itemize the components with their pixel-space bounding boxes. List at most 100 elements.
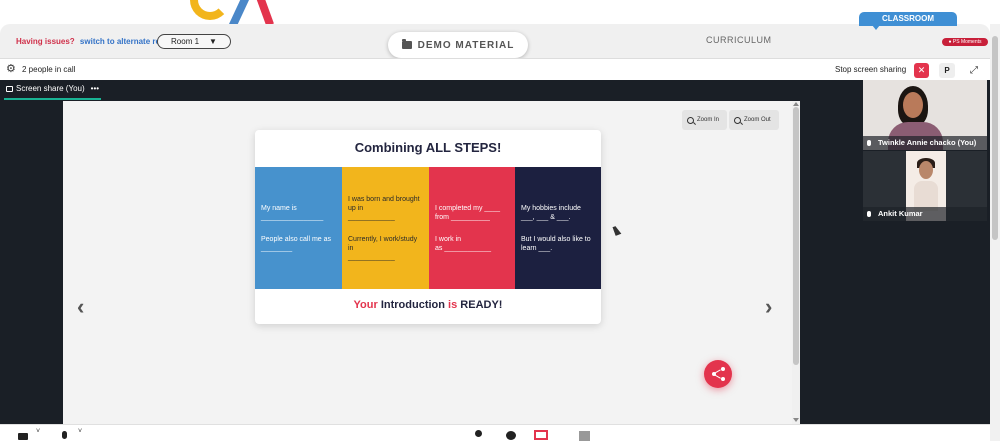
previous-slide-arrow-icon[interactable]: ‹ xyxy=(77,296,84,318)
participant-name: Twinkle Annie chacko (You) xyxy=(878,138,977,147)
scroll-down-arrow-icon[interactable] xyxy=(793,418,799,422)
column-line: I was born and brought up in xyxy=(348,195,420,212)
column-blank: ________________ xyxy=(261,213,324,221)
room-select[interactable]: Room 1 ▼ xyxy=(157,34,231,49)
participant-tile-other[interactable]: Ankit Kumar xyxy=(863,151,987,221)
footer-word-ready: READY! xyxy=(460,299,503,311)
share-icon[interactable] xyxy=(704,360,732,388)
mic-icon[interactable] xyxy=(62,431,67,439)
zoom-in-button[interactable]: Zoom In xyxy=(682,110,727,130)
mic-icon xyxy=(867,211,871,217)
share-node xyxy=(721,377,725,381)
expand-icon[interactable]: ⤢ xyxy=(966,63,982,78)
column-text: Currently, I work/study in ____________ xyxy=(348,235,423,262)
scroll-thumb[interactable] xyxy=(793,107,799,365)
footer-word-your: Your xyxy=(353,299,378,311)
camera-options-chevron-icon[interactable]: ˅ xyxy=(36,428,40,435)
stop-sharing-label: Stop screen sharing xyxy=(835,65,907,74)
classroom-pointer-icon xyxy=(872,25,880,30)
room-select-value: Room 1 xyxy=(171,37,200,46)
share-link xyxy=(714,374,721,379)
footer-word-introduction: Introduction xyxy=(380,299,445,311)
column-blank: ____________ xyxy=(348,213,395,221)
column-text: I work in as ____________ xyxy=(435,235,509,253)
participant-name-bar: Ankit Kumar xyxy=(863,207,987,221)
footer-word-is: is xyxy=(448,299,458,311)
share-node xyxy=(721,367,725,371)
people-count: 2 people in call xyxy=(22,65,76,74)
app-root: Having issues? switch to alternate room … xyxy=(0,0,1000,441)
logo-arc-yellow xyxy=(190,0,230,20)
screen-share-tab-label: Screen share (You) xyxy=(16,84,85,93)
slide-column-origin: I was born and brought up in ____________… xyxy=(342,167,429,289)
column-line: People also call me as xyxy=(261,235,332,243)
issues-notice: Having issues? switch to alternate room xyxy=(16,37,172,46)
slide-column-name: My name is ________________ People also c… xyxy=(255,167,342,289)
gear-icon[interactable]: ⚙ xyxy=(6,64,16,75)
participant-tile-self[interactable]: Twinkle Annie chacko (You) xyxy=(863,80,987,150)
participant-video xyxy=(903,92,923,118)
participant-name-bar: Twinkle Annie chacko (You) xyxy=(863,136,987,150)
page-scroll-thumb[interactable] xyxy=(992,36,998,240)
participant-name: Ankit Kumar xyxy=(878,209,923,218)
column-line: I work in xyxy=(435,235,462,243)
classroom-tab[interactable]: CLASSROOM xyxy=(859,12,957,26)
column-text: My name is ________________ xyxy=(261,204,336,222)
meeting-area: Screen share (You) ••• Zoom In Zoom Out … xyxy=(0,80,990,424)
column-line: Currently, I work/study in xyxy=(348,235,418,252)
scroll-up-arrow-icon[interactable] xyxy=(793,102,799,106)
square-icon[interactable] xyxy=(579,431,590,441)
bottom-toolbar: ˅ ˅ xyxy=(0,424,990,441)
column-blank: ________ xyxy=(261,244,293,252)
folder-icon xyxy=(401,39,412,49)
shared-screen-stage: Zoom In Zoom Out ‹ › Combining ALL STEPS… xyxy=(63,101,800,424)
mic-icon xyxy=(867,140,871,146)
active-tab-indicator xyxy=(4,98,101,100)
next-slide-arrow-icon[interactable]: › xyxy=(765,296,772,318)
column-text: But I would also like to learn ___. xyxy=(521,235,591,252)
issues-text: Having issues? xyxy=(16,37,75,46)
more-options-icon[interactable]: ••• xyxy=(91,84,99,93)
magnifier-icon xyxy=(687,116,694,124)
column-text: I was born and brought up in ____________ xyxy=(348,195,423,222)
column-text: I completed my ____ from __________ xyxy=(435,204,509,222)
zoom-out-button[interactable]: Zoom Out xyxy=(729,110,779,130)
monitor-icon xyxy=(6,85,13,92)
chat-icon[interactable] xyxy=(506,431,516,440)
demo-material-label: DEMO MATERIAL xyxy=(417,39,515,51)
zoom-in-label: Zoom In xyxy=(697,117,720,123)
column-blank: as ____________ xyxy=(435,244,492,252)
zoom-out-label: Zoom Out xyxy=(744,117,771,123)
slide-columns: My name is ________________ People also c… xyxy=(255,167,601,289)
camera-icon[interactable] xyxy=(18,433,28,440)
share-link xyxy=(714,369,721,374)
magnifier-icon xyxy=(734,116,741,124)
room-header: Having issues? switch to alternate room … xyxy=(0,24,990,58)
slide-title: Combining ALL STEPS! xyxy=(354,140,502,155)
presentation-slide: Combining ALL STEPS! My name is _________… xyxy=(255,130,601,324)
slide-column-hobbies: My hobbies include ___, ___ & ___. But I… xyxy=(515,167,601,289)
column-blank: __________ xyxy=(450,213,490,221)
stop-sharing-button[interactable]: ✕ xyxy=(914,63,929,78)
screen-share-icon[interactable] xyxy=(534,430,548,440)
column-blank: ____________ xyxy=(348,253,395,261)
stage-scrollbar[interactable] xyxy=(792,101,800,424)
mouse-cursor-icon xyxy=(612,225,622,236)
column-text: People also call me as ________ xyxy=(261,235,336,253)
mic-options-chevron-icon[interactable]: ˅ xyxy=(78,428,82,435)
dropdown-arrow-icon: ▼ xyxy=(209,37,217,46)
ps-moments-badge[interactable]: ● PS Moments xyxy=(942,38,988,46)
call-toolbar: ⚙ 2 people in call Stop screen sharing ✕… xyxy=(0,58,990,80)
presenter-button[interactable]: P xyxy=(939,63,955,78)
person-icon[interactable] xyxy=(475,430,482,437)
curriculum-tab[interactable]: CURRICULUM xyxy=(706,35,772,45)
column-text: My hobbies include ___, ___ & ___. xyxy=(521,204,581,221)
screen-share-tab[interactable]: Screen share (You) ••• xyxy=(6,84,99,93)
page-scrollbar[interactable] xyxy=(990,24,1000,441)
ps-moments-label: PS Moments xyxy=(952,39,982,45)
slide-column-education: I completed my ____ from __________ I wo… xyxy=(429,167,515,289)
demo-material-button[interactable]: DEMO MATERIAL xyxy=(388,32,528,58)
slide-footer: Your Introduction is READY! xyxy=(255,299,601,311)
logo-stroke-red xyxy=(254,0,274,27)
column-line: My name is xyxy=(261,204,297,212)
